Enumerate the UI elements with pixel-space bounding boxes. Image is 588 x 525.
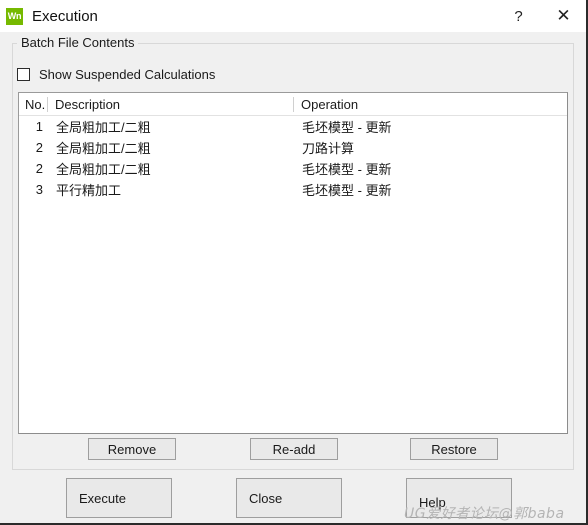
help-button[interactable]: Help [406,478,512,518]
re-add-button[interactable]: Re-add [250,438,338,460]
column-header-description[interactable]: Description [47,96,293,112]
checkbox-box-icon[interactable] [17,68,30,81]
cell-no: 2 [35,161,43,176]
execution-dialog: Wn Execution ? ✕ Batch File Contents Sho… [0,0,588,525]
restore-button[interactable]: Restore [410,438,498,460]
execute-button[interactable]: Execute [66,478,172,518]
table-row[interactable]: 2 全局粗加工/二粗 刀路计算 [19,137,567,158]
table-row[interactable]: 2 全局粗加工/二粗 毛坯模型 - 更新 [19,158,567,179]
cell-description: 全局粗加工/二粗 [56,162,151,177]
batch-list[interactable]: No. Description Operation 1 全局粗加工/二粗 毛坯模… [18,92,568,434]
cell-description: 全局粗加工/二粗 [56,141,151,156]
app-icon: Wn [6,7,23,25]
cell-description: 平行精加工 [56,183,122,198]
window-title: Execution [32,7,98,25]
cell-no: 3 [35,182,43,197]
close-icon[interactable]: ✕ [541,0,586,32]
checkbox-label: Show Suspended Calculations [39,67,216,82]
cell-operation: 刀路计算 [302,141,355,156]
cell-operation: 毛坯模型 - 更新 [302,183,392,198]
remove-button[interactable]: Remove [88,438,176,460]
cell-operation: 毛坯模型 - 更新 [302,162,392,177]
help-icon[interactable]: ? [496,0,541,32]
group-title: Batch File Contents [17,35,139,50]
table-row[interactable]: 1 全局粗加工/二粗 毛坯模型 - 更新 [19,116,567,137]
table-row[interactable]: 3 平行精加工 毛坯模型 - 更新 [19,179,567,200]
column-header-no[interactable]: No. [19,97,47,112]
cell-no: 1 [35,119,43,134]
show-suspended-calculations-checkbox[interactable]: Show Suspended Calculations [17,67,215,82]
list-header: No. Description Operation [19,93,567,116]
cell-operation: 毛坯模型 - 更新 [302,120,392,135]
title-bar: Wn Execution ? ✕ [0,0,586,32]
cell-no: 2 [35,140,43,155]
cell-description: 全局粗加工/二粗 [56,120,151,135]
column-header-operation[interactable]: Operation [293,96,567,112]
close-button[interactable]: Close [236,478,342,518]
